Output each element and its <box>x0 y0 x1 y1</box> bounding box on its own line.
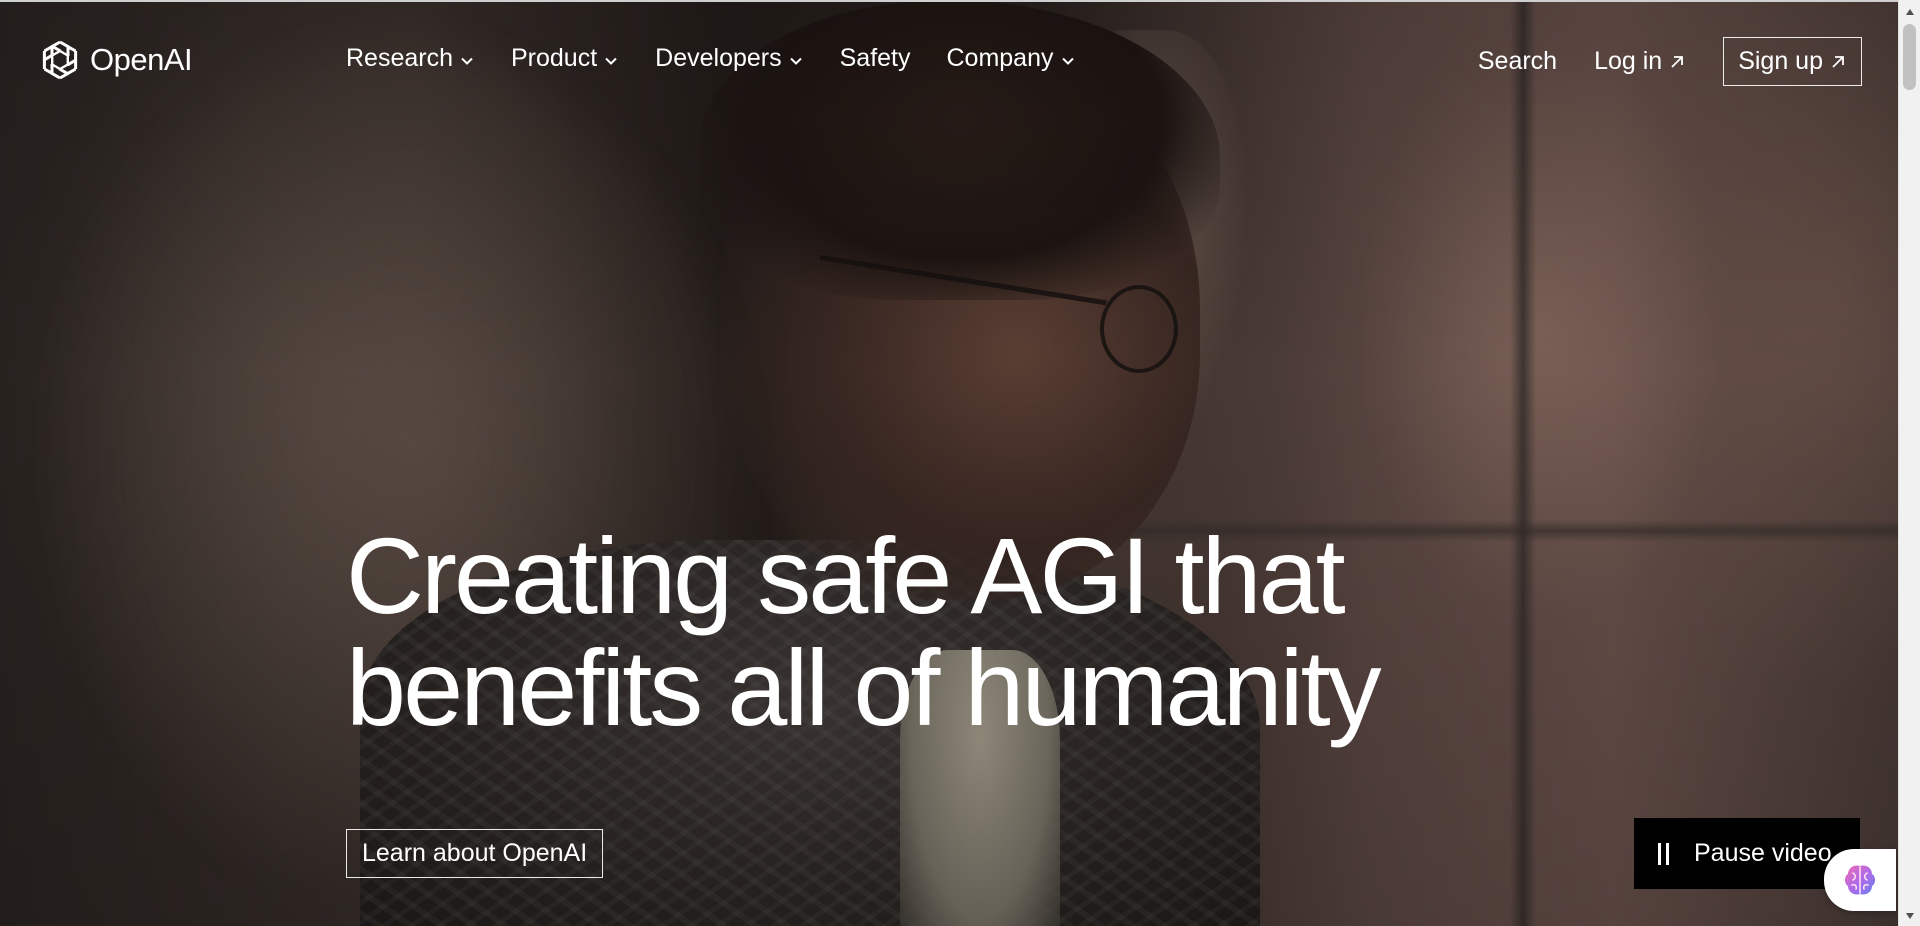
chevron-down-icon <box>789 57 802 65</box>
pause-icon <box>1658 842 1672 865</box>
search-button[interactable]: Search <box>1478 47 1557 76</box>
openai-knot-icon <box>42 40 78 80</box>
learn-about-openai-button[interactable]: Learn about OpenAI <box>346 829 604 878</box>
brain-icon <box>1845 865 1875 895</box>
hero-headline: Creating safe AGI that benefits all of h… <box>346 515 1382 748</box>
hero-headline-line-2: benefits all of humanity <box>346 627 1382 748</box>
nav-item-developers[interactable]: Developers <box>655 44 803 73</box>
hero-headline-line-1: Creating safe AGI that <box>346 515 1346 636</box>
signup-button[interactable]: Sign up <box>1723 37 1862 86</box>
search-label: Search <box>1477 47 1558 75</box>
nav-actions: Search Log in Sign up <box>1478 37 1862 86</box>
arrow-up-right-icon <box>1671 55 1684 68</box>
nav-item-research[interactable]: Research <box>346 44 475 73</box>
scroll-up-arrow[interactable] <box>1899 2 1920 22</box>
nav-item-safety[interactable]: Safety <box>840 44 911 73</box>
pause-video-label: Pause video <box>1694 839 1832 867</box>
nav-item-company[interactable]: Company <box>947 44 1076 73</box>
nav-item-label: Product <box>511 44 598 72</box>
hero-overlay-shade <box>0 0 1898 926</box>
nav-item-product[interactable]: Product <box>511 44 619 73</box>
hero-video-background <box>0 0 1900 926</box>
primary-nav: Research Product Developers Safety Compa… <box>346 44 1112 73</box>
arrow-up-right-icon <box>1832 55 1844 68</box>
chevron-down-icon <box>1061 57 1074 65</box>
brand-name: OpenAI <box>90 42 193 77</box>
nav-item-label: Company <box>946 44 1054 72</box>
nav-item-label: Safety <box>839 44 911 72</box>
signup-label: Sign up <box>1738 47 1823 75</box>
scroll-down-arrow[interactable] <box>1899 906 1920 926</box>
chevron-down-icon <box>461 57 473 65</box>
login-label: Log in <box>1594 47 1663 75</box>
nav-item-label: Research <box>346 44 453 72</box>
triangle-up-icon <box>1906 9 1914 15</box>
page: OpenAI Research Product Developers Safet… <box>0 0 1920 926</box>
scrollbar-thumb[interactable] <box>1903 24 1916 90</box>
triangle-down-icon <box>1906 913 1914 919</box>
assistant-widget-button[interactable] <box>1824 849 1896 911</box>
top-navigation: OpenAI Research Product Developers Safet… <box>0 0 1898 124</box>
chevron-down-icon <box>605 57 617 65</box>
page-scrollbar[interactable] <box>1898 0 1920 926</box>
login-link[interactable]: Log in <box>1594 47 1686 76</box>
logo-link[interactable]: OpenAI <box>36 36 193 84</box>
nav-item-label: Developers <box>655 44 782 72</box>
